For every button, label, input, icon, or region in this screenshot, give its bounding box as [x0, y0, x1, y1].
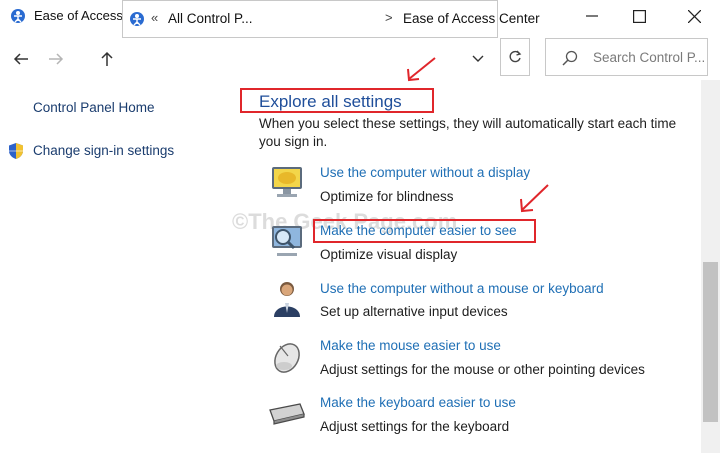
make-keyboard-easier-link[interactable]: Make the keyboard easier to use — [320, 395, 516, 410]
up-button[interactable] — [96, 48, 118, 70]
make-mouse-easier-link[interactable]: Make the mouse easier to use — [320, 338, 501, 353]
maximize-button[interactable] — [617, 3, 661, 29]
use-without-mouse-keyboard-desc: Set up alternative input devices — [320, 304, 508, 319]
person-icon — [266, 279, 308, 319]
use-without-mouse-keyboard-link[interactable]: Use the computer without a mouse or keyb… — [320, 281, 604, 296]
refresh-icon — [509, 50, 522, 63]
keyboard-icon — [266, 394, 308, 434]
search-input[interactable]: Search Control P... — [593, 50, 705, 65]
make-mouse-easier-desc: Adjust settings for the mouse or other p… — [320, 362, 645, 377]
shield-icon — [8, 142, 24, 165]
breadcrumb-overflow[interactable]: « — [151, 10, 158, 25]
magnifier-monitor-icon — [266, 222, 308, 262]
close-button[interactable] — [672, 3, 716, 29]
arrow-up-icon — [101, 51, 113, 66]
chevron-down-icon — [472, 55, 484, 62]
address-dropdown-button[interactable] — [472, 50, 484, 68]
control-panel-home-link[interactable]: Control Panel Home — [33, 100, 155, 115]
search-box[interactable]: Search Control P... — [545, 38, 708, 76]
arrow-left-icon — [13, 53, 28, 65]
minimize-button[interactable] — [570, 3, 614, 29]
minimize-icon — [586, 15, 598, 17]
annotation-arrow — [407, 57, 436, 82]
breadcrumb-ease-of-access[interactable]: Ease of Access Center — [403, 11, 540, 26]
mouse-icon — [266, 336, 308, 376]
use-without-display-desc: Optimize for blindness — [320, 189, 454, 204]
refresh-button[interactable] — [500, 38, 530, 76]
scrollbar-thumb[interactable] — [703, 262, 718, 422]
page-title: Explore all settings — [259, 92, 402, 111]
annotation-arrow — [520, 184, 549, 213]
maximize-icon — [632, 9, 646, 23]
forward-button[interactable] — [45, 48, 67, 70]
display-narrator-icon — [266, 163, 308, 203]
search-icon — [562, 50, 578, 71]
control-panel-icon — [129, 11, 145, 27]
breadcrumb-separator[interactable]: > — [385, 10, 393, 25]
breadcrumb-all-control-panel[interactable]: All Control P... — [168, 11, 253, 26]
arrow-right-icon — [49, 53, 64, 65]
change-sign-in-settings-link[interactable]: Change sign-in settings — [33, 143, 174, 158]
make-easier-to-see-desc: Optimize visual display — [320, 247, 458, 262]
back-button[interactable] — [10, 48, 32, 70]
use-without-display-link[interactable]: Use the computer without a display — [320, 165, 530, 180]
address-bar[interactable]: « All Control P... > Ease of Access Cent… — [122, 0, 540, 38]
close-icon — [687, 9, 701, 23]
control-panel-icon — [10, 8, 26, 24]
make-easier-to-see-link[interactable]: Make the computer easier to see — [320, 223, 517, 238]
make-keyboard-easier-desc: Adjust settings for the keyboard — [320, 419, 510, 434]
intro-text: When you select these settings, they wil… — [259, 116, 677, 149]
